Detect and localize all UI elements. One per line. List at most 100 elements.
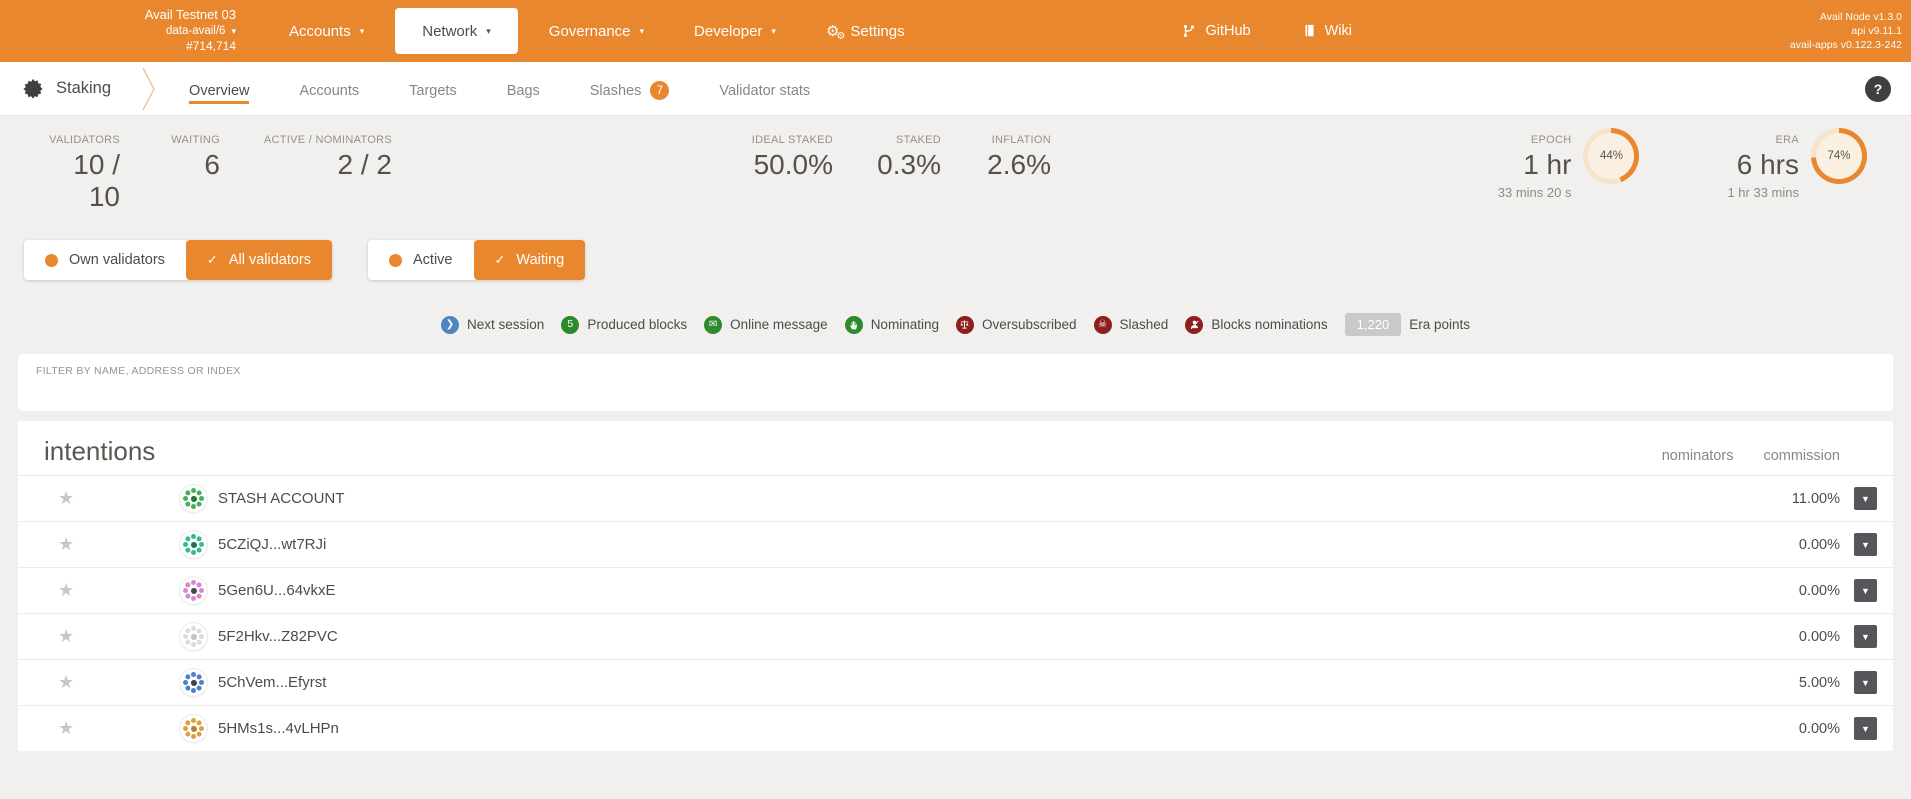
tab-slashes[interactable]: Slashes 7 xyxy=(590,72,670,105)
skull-icon: ☠ xyxy=(1094,316,1112,334)
help-button[interactable]: ? xyxy=(1865,76,1891,102)
era-percent: 74% xyxy=(1816,133,1862,179)
chevron-down-icon: ▾ xyxy=(640,26,645,37)
gear-icon: ⚙⚙ xyxy=(826,24,839,39)
legend-blocks-nominations: Blocks nominations xyxy=(1185,316,1327,334)
chevron-down-icon: ▼ xyxy=(1861,494,1870,504)
validator-address[interactable]: 5F2Hkv...Z82PVC xyxy=(218,628,338,645)
favorite-star-icon[interactable]: ★ xyxy=(58,672,80,693)
own-validators-button[interactable]: Own validators xyxy=(24,240,186,280)
block-count-badge: 5 xyxy=(561,316,579,334)
filter-label: FILTER BY NAME, ADDRESS OR INDEX xyxy=(36,365,1875,377)
best-block-number: #714,714 xyxy=(84,39,236,55)
identicon xyxy=(180,623,207,650)
check-icon: ✓ xyxy=(207,252,218,268)
summary-inflation: INFLATION 2.6% xyxy=(941,134,1051,181)
nav-network[interactable]: Network▾ xyxy=(395,8,518,54)
chevron-down-icon: ▼ xyxy=(1861,678,1870,688)
favorite-star-icon[interactable]: ★ xyxy=(58,534,80,555)
github-link[interactable]: GitHub xyxy=(1182,23,1250,39)
intentions-table: intentions nominators commission ★ STASH… xyxy=(18,421,1893,751)
active-button[interactable]: Active xyxy=(368,240,474,280)
summary-counts: VALIDATORS 10 / 10 WAITING 6 ACTIVE / NO… xyxy=(40,134,392,213)
tab-validator-stats[interactable]: Validator stats xyxy=(719,74,810,104)
tab-accounts[interactable]: Accounts xyxy=(299,74,359,104)
chain-selector[interactable]: Avail Testnet 03 data-avail/6▾ #714,714 xyxy=(84,7,236,54)
apps-version: avail-apps v0.122.3-242 xyxy=(1592,38,1902,52)
table-row[interactable]: ★ STASH ACCOUNT 11.00% ▼ xyxy=(18,475,1893,521)
validators-toggle-group: Own validators ✓ All validators xyxy=(24,240,332,280)
top-bar: Avail Testnet 03 data-avail/6▾ #714,714 … xyxy=(0,0,1911,62)
wiki-link[interactable]: Wiki xyxy=(1303,23,1352,39)
summary-timers: EPOCH 1 hr 33 mins 20 s 44% ERA 6 hrs 1 … xyxy=(1498,128,1867,200)
chevron-down-icon: ▼ xyxy=(1861,632,1870,642)
legend-online-message: ✉ Online message xyxy=(704,316,828,334)
nav-accounts[interactable]: Accounts▾ xyxy=(264,0,389,62)
user-slash-icon xyxy=(1185,316,1203,334)
section-title: Staking xyxy=(22,78,111,100)
favorite-star-icon[interactable]: ★ xyxy=(58,626,80,647)
envelope-icon: ✉ xyxy=(704,316,722,334)
chevron-down-icon: ▾ xyxy=(231,26,236,36)
filter-toggles: Own validators ✓ All validators Active ✓… xyxy=(24,240,1911,280)
staking-seal-icon xyxy=(22,78,44,100)
epoch-timer: EPOCH 1 hr 33 mins 20 s 44% xyxy=(1498,128,1640,200)
expand-row-button[interactable]: ▼ xyxy=(1854,579,1877,602)
waiting-button[interactable]: ✓ Waiting xyxy=(474,240,586,280)
expand-row-button[interactable]: ▼ xyxy=(1854,533,1877,556)
external-links: GitHub Wiki xyxy=(1182,23,1352,39)
table-header: intentions nominators commission xyxy=(18,421,1893,475)
identicon xyxy=(180,485,207,512)
filter-input[interactable] xyxy=(36,377,1875,403)
validator-address[interactable]: 5HMs1s...4vLHPn xyxy=(218,720,339,737)
tab-targets[interactable]: Targets xyxy=(409,74,457,104)
nav-developer[interactable]: Developer▾ xyxy=(669,0,801,62)
validator-address[interactable]: STASH ACCOUNT xyxy=(218,490,344,507)
table-row[interactable]: ★ 5F2Hkv...Z82PVC 0.00% ▼ xyxy=(18,613,1893,659)
column-commission: commission xyxy=(1763,448,1840,464)
commission-value: 0.00% xyxy=(1799,583,1840,599)
nav-settings[interactable]: ⚙⚙ Settings xyxy=(801,0,930,62)
legend-era-points: 1,220 Era points xyxy=(1345,313,1470,336)
expand-row-button[interactable]: ▼ xyxy=(1854,717,1877,740)
expand-row-button[interactable]: ▼ xyxy=(1854,487,1877,510)
slashes-count-badge: 7 xyxy=(650,81,669,100)
chevron-down-icon: ▾ xyxy=(360,26,365,37)
radio-dot-icon xyxy=(45,254,58,267)
favorite-star-icon[interactable]: ★ xyxy=(58,580,80,601)
table-row[interactable]: ★ 5CZiQJ...wt7RJi 0.00% ▼ xyxy=(18,521,1893,567)
tab-bags[interactable]: Bags xyxy=(507,74,540,104)
commission-value: 0.00% xyxy=(1799,629,1840,645)
summary-staked: STAKED 0.3% xyxy=(833,134,941,181)
tab-overview[interactable]: Overview xyxy=(189,74,249,104)
table-row[interactable]: ★ 5Gen6U...64vkxE 0.00% ▼ xyxy=(18,567,1893,613)
breadcrumb-chevron xyxy=(141,62,157,116)
era-timer: ERA 6 hrs 1 hr 33 mins 74% xyxy=(1727,128,1867,200)
expand-row-button[interactable]: ▼ xyxy=(1854,625,1877,648)
node-name: data-avail/6▾ xyxy=(84,24,236,39)
staking-summary: VALIDATORS 10 / 10 WAITING 6 ACTIVE / NO… xyxy=(0,116,1911,234)
identicon xyxy=(180,577,207,604)
expand-row-button[interactable]: ▼ xyxy=(1854,671,1877,694)
summary-ideal-staked: IDEAL STAKED 50.0% xyxy=(698,134,833,181)
github-branch-icon xyxy=(1182,24,1196,38)
commission-value: 5.00% xyxy=(1799,675,1840,691)
check-icon: ✓ xyxy=(495,252,506,268)
api-version: api v9.11.1 xyxy=(1592,24,1902,38)
table-row[interactable]: ★ 5HMs1s...4vLHPn 0.00% ▼ xyxy=(18,705,1893,751)
favorite-star-icon[interactable]: ★ xyxy=(58,488,80,509)
state-toggle-group: Active ✓ Waiting xyxy=(368,240,585,280)
identicon xyxy=(180,715,207,742)
favorite-star-icon[interactable]: ★ xyxy=(58,718,80,739)
summary-waiting: WAITING 6 xyxy=(120,134,220,213)
column-nominators: nominators xyxy=(1662,448,1734,464)
legend-nominating: Nominating xyxy=(845,316,939,334)
version-info: Avail Node v1.3.0 api v9.11.1 avail-apps… xyxy=(1592,10,1902,53)
validator-address[interactable]: 5CZiQJ...wt7RJi xyxy=(218,536,326,553)
validator-address[interactable]: 5ChVem...Efyrst xyxy=(218,674,326,691)
all-validators-button[interactable]: ✓ All validators xyxy=(186,240,332,280)
nav-governance[interactable]: Governance▾ xyxy=(524,0,669,62)
epoch-progress-donut: 44% xyxy=(1583,128,1639,184)
table-row[interactable]: ★ 5ChVem...Efyrst 5.00% ▼ xyxy=(18,659,1893,705)
validator-address[interactable]: 5Gen6U...64vkxE xyxy=(218,582,336,599)
